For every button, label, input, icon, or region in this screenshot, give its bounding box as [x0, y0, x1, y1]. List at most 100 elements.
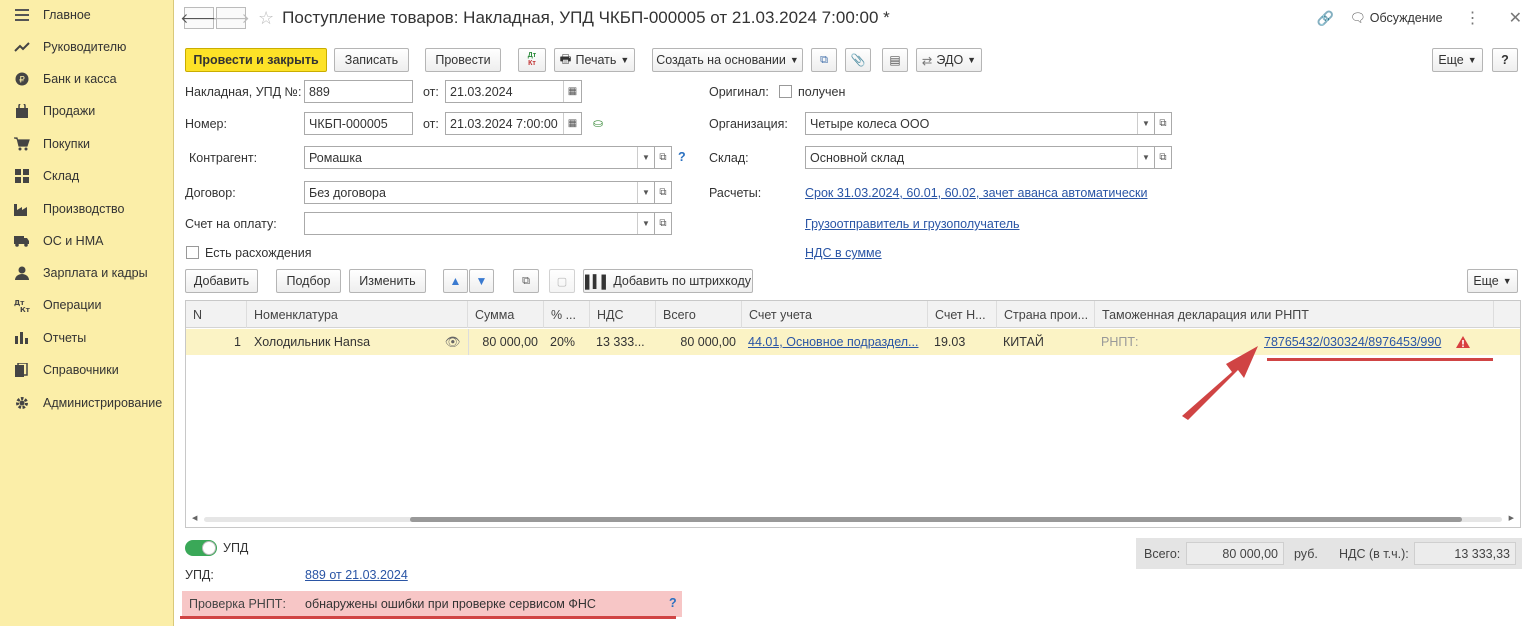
change-button[interactable]: Изменить [349, 269, 426, 293]
cell-sum[interactable]: 80 000,00 [468, 329, 544, 355]
sidebar-item-salary[interactable]: Зарплата и кадры [0, 260, 174, 286]
invoice-date-input[interactable]: 21.03.2024 ▦ [445, 80, 582, 103]
dropdown-arrow-icon[interactable]: ▼ [637, 182, 654, 203]
col-total[interactable]: Всего [656, 301, 742, 328]
cell-vat-account[interactable]: 19.03 [928, 329, 997, 355]
create-based-on-button[interactable]: Создать на основании ▼ [652, 48, 803, 72]
paste-button[interactable]: ▢ [549, 269, 575, 293]
rnpt-help-icon[interactable]: ? [669, 596, 677, 610]
print-button[interactable]: 🖶 Печать ▼ [554, 48, 635, 72]
col-customs-declaration[interactable]: Таможенная декларация или РНПТ [1095, 301, 1494, 328]
cell-account[interactable]: 44.01, Основное подраздел... [742, 329, 928, 355]
open-organization-icon[interactable]: ⧉ [1154, 112, 1172, 135]
menu-icon [14, 7, 30, 23]
sidebar-item-sales[interactable]: Продажи [0, 98, 174, 124]
cell-vat-rate[interactable]: 20% [544, 329, 590, 355]
link-icon[interactable]: 🔗 [1316, 10, 1333, 27]
help-button[interactable]: ? [1492, 48, 1518, 72]
payment-invoice-input[interactable]: ▼ [304, 212, 655, 235]
open-contract-icon[interactable]: ⧉ [654, 181, 672, 204]
calendar-icon[interactable]: ▦ [563, 81, 581, 102]
edo-button[interactable]: ⇄ ЭДО ▼ [916, 48, 982, 72]
table-row[interactable]: 1 Холодильник Hansa 👁 80 000,00 20% 13 3… [186, 329, 1520, 355]
open-counterparty-icon[interactable]: ⧉ [654, 146, 672, 169]
sidebar-item-warehouse[interactable]: Склад [0, 163, 174, 189]
forward-button[interactable]: 🡒 [212, 7, 250, 29]
scroll-left-icon[interactable]: ◀ [192, 514, 197, 522]
back-button[interactable]: 🡐 [180, 7, 218, 29]
sidebar-item-bank[interactable]: ₽ Банк и касса [0, 66, 174, 92]
attach-button[interactable]: 📎 [845, 48, 871, 72]
sidebar-item-purchases[interactable]: Покупки [0, 131, 174, 157]
move-down-button[interactable]: ▼ [469, 269, 494, 293]
upd-toggle[interactable] [185, 540, 217, 556]
open-warehouse-icon[interactable]: ⧉ [1154, 146, 1172, 169]
cell-rnpt-link[interactable]: 78765432/030324/8976453/990 [1258, 329, 1444, 355]
sidebar-item-operations[interactable]: Дт Кт Операции [0, 292, 174, 318]
sidebar-item-assets[interactable]: ОС и НМА [0, 228, 174, 254]
calendar-icon[interactable]: ▦ [563, 113, 581, 134]
post-and-close-button[interactable]: Провести и закрыть [185, 48, 327, 72]
cell-country[interactable]: КИТАЙ [997, 329, 1095, 355]
number-date-input[interactable]: 21.03.2024 7:00:00 ▦ [445, 112, 582, 135]
col-n[interactable]: N [186, 301, 247, 328]
more-button[interactable]: Еще ▼ [1432, 48, 1483, 72]
pick-button[interactable]: Подбор [276, 269, 341, 293]
settlements-link[interactable]: Срок 31.03.2024, 60.01, 60.02, зачет ава… [805, 186, 1147, 200]
warehouse-input[interactable]: Основной склад ▼ [805, 146, 1155, 169]
col-vat-rate[interactable]: % ... [544, 301, 590, 328]
counterparty-input[interactable]: Ромашка ▼ [304, 146, 655, 169]
discrepancy-checkbox[interactable] [186, 246, 199, 259]
post-button[interactable]: Провести [425, 48, 501, 72]
organization-input[interactable]: Четыре колеса ООО ▼ [805, 112, 1155, 135]
move-up-button[interactable]: ▲ [443, 269, 468, 293]
open-payment-invoice-icon[interactable]: ⧉ [654, 212, 672, 235]
add-by-barcode-button[interactable]: ▌▍▌ Добавить по штрихкоду [583, 269, 753, 293]
dropdown-arrow-icon[interactable]: ▼ [1137, 113, 1154, 134]
cell-total[interactable]: 80 000,00 [656, 329, 742, 355]
col-vat-account[interactable]: Счет Н... [928, 301, 997, 328]
warning-icon[interactable] [1448, 329, 1478, 355]
barcode-icon: ▌▍▌ [585, 274, 610, 289]
sidebar-item-admin[interactable]: Администрирование [0, 390, 174, 416]
upd-link[interactable]: 889 от 21.03.2024 [305, 568, 408, 582]
col-sum[interactable]: Сумма [468, 301, 544, 328]
copy-button[interactable]: ⧉ [513, 269, 539, 293]
table-more-button[interactable]: Еще ▼ [1467, 269, 1518, 293]
dropdown-arrow-icon[interactable]: ▼ [1137, 147, 1154, 168]
col-account[interactable]: Счет учета [742, 301, 928, 328]
sidebar-item-directories[interactable]: Справочники [0, 357, 174, 383]
sidebar-item-reports[interactable]: Отчеты [0, 325, 174, 351]
original-received-checkbox[interactable] [779, 85, 792, 98]
vat-in-sum-link[interactable]: НДС в сумме [805, 246, 882, 260]
col-vat[interactable]: НДС [590, 301, 656, 328]
cell-vat[interactable]: 13 333... [590, 329, 656, 355]
dt-kt-button[interactable]: Дт Кт [518, 48, 546, 72]
invoice-number-input[interactable]: 889 [304, 80, 413, 103]
dropdown-arrow-icon[interactable]: ▼ [637, 147, 654, 168]
structure-button[interactable]: ⧉ [811, 48, 837, 72]
more-vertical-icon[interactable]: ⋮ [1465, 8, 1481, 28]
contract-input[interactable]: Без договора ▼ [304, 181, 655, 204]
save-button[interactable]: Записать [334, 48, 409, 72]
col-item[interactable]: Номенклатура [247, 301, 468, 328]
eye-icon[interactable]: 👁 [437, 329, 468, 355]
time-settings-icon[interactable]: ⛀ [593, 116, 603, 130]
shipper-consignee-link[interactable]: Грузоотправитель и грузополучатель [805, 217, 1020, 231]
document-button[interactable]: ▤ [882, 48, 908, 72]
dropdown-arrow-icon[interactable]: ▼ [637, 213, 654, 234]
sidebar-item-main[interactable]: Главное [0, 2, 174, 28]
scroll-thumb[interactable] [410, 517, 1462, 522]
sidebar-item-production[interactable]: Производство [0, 196, 174, 222]
close-icon[interactable]: ✕ [1509, 8, 1522, 28]
counterparty-help-icon[interactable]: ? [678, 150, 686, 164]
add-row-button[interactable]: Добавить [185, 269, 258, 293]
sidebar-item-manager[interactable]: Руководителю [0, 34, 174, 60]
scroll-right-icon[interactable]: ▶ [1509, 514, 1514, 522]
favorite-star-icon[interactable]: ☆ [258, 8, 274, 29]
discussion-button[interactable]: 🗨 Обсуждение [1350, 11, 1443, 26]
horizontal-scrollbar[interactable]: ◀ ▶ [192, 515, 1514, 523]
col-country[interactable]: Страна прои... [997, 301, 1095, 328]
cell-item[interactable]: Холодильник Hansa [247, 329, 437, 355]
number-input[interactable]: ЧКБП-000005 [304, 112, 413, 135]
